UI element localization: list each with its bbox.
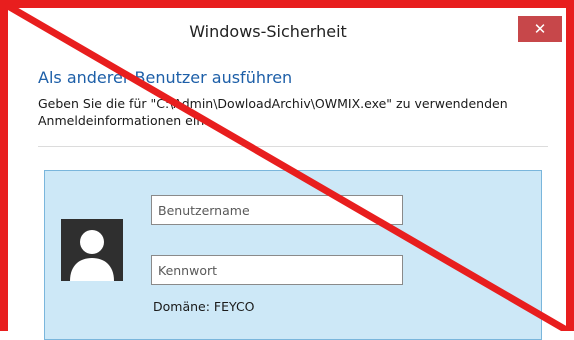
dialog-description: Geben Sie die für "C:\Admin\DowloadArchi… <box>38 96 508 128</box>
user-silhouette-icon <box>61 219 123 281</box>
domain-label: Domäne: FEYCO <box>153 299 255 314</box>
close-button[interactable]: ✕ <box>518 16 562 42</box>
credential-tile[interactable]: Domäne: FEYCO <box>44 170 542 340</box>
window-title: Windows-Sicherheit <box>189 22 347 41</box>
title-bar: Windows-Sicherheit ✕ <box>8 8 566 52</box>
separator <box>38 146 548 147</box>
username-input[interactable] <box>151 195 403 225</box>
dialog-content: Als anderer Benutzer ausführen Geben Sie… <box>8 52 566 340</box>
close-icon: ✕ <box>533 20 547 38</box>
dialog-heading: Als anderer Benutzer ausführen <box>38 68 293 87</box>
password-input[interactable] <box>151 255 403 285</box>
